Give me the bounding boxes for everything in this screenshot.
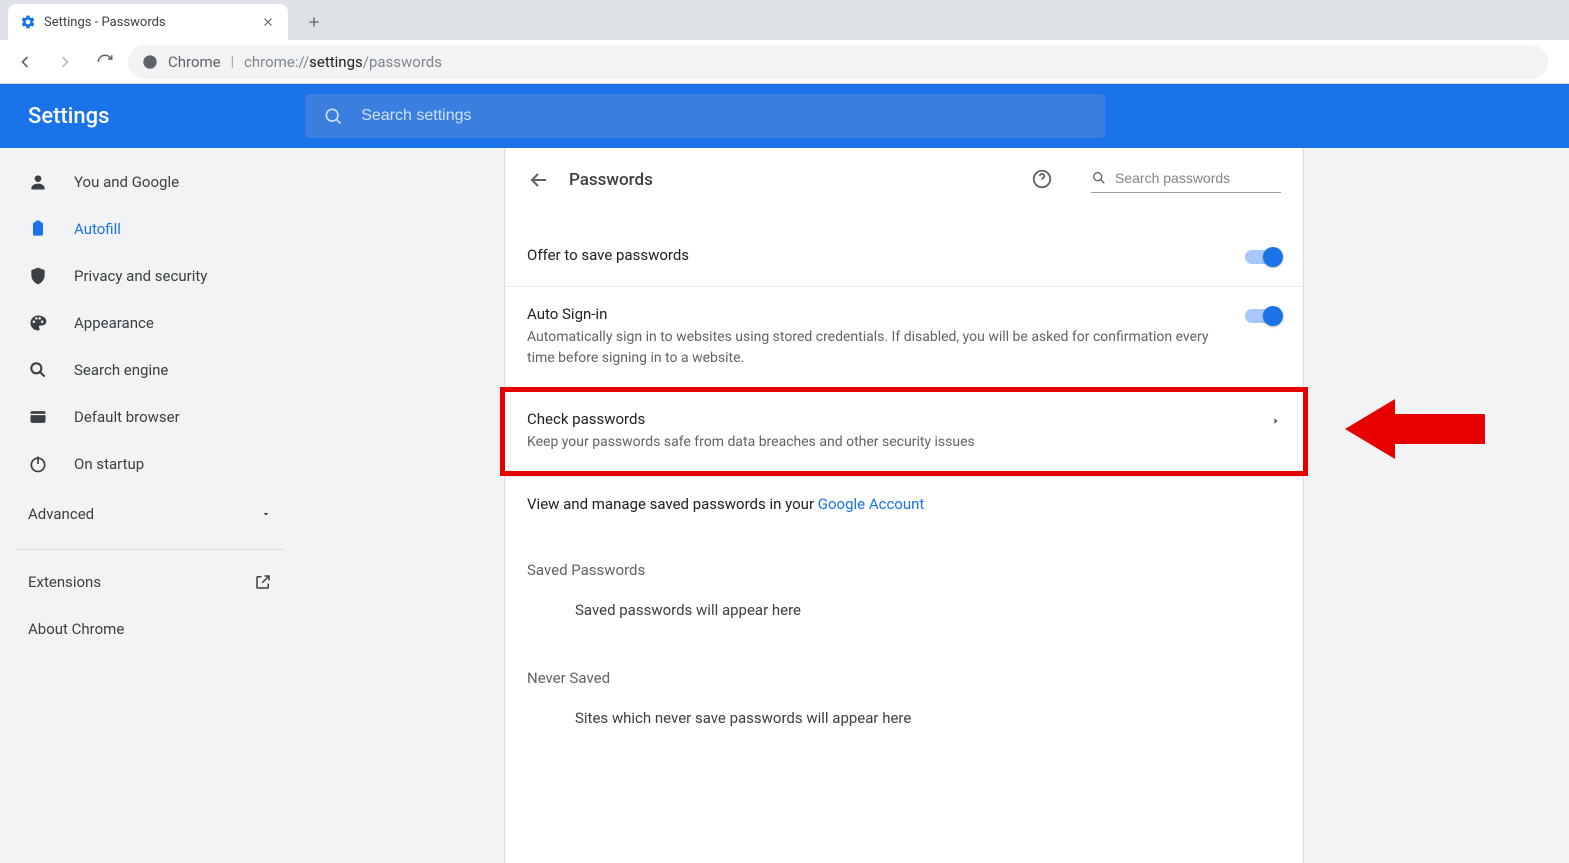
tab-title: Settings - Passwords xyxy=(44,15,252,30)
panel-search[interactable] xyxy=(1091,168,1281,193)
panel-title: Passwords xyxy=(569,170,653,190)
auto-signin-title: Auto Sign-in xyxy=(527,305,1229,323)
search-settings[interactable] xyxy=(305,94,1105,138)
sidebar-item-label: You and Google xyxy=(74,173,179,191)
sidebar-item-on-startup[interactable]: On startup xyxy=(0,440,300,487)
sidebar-advanced[interactable]: Advanced xyxy=(0,487,300,541)
panel-back-button[interactable] xyxy=(527,168,551,192)
settings-title: Settings xyxy=(28,104,109,129)
shield-icon xyxy=(28,266,48,286)
clipboard-icon xyxy=(28,219,48,239)
browser-tab[interactable]: Settings - Passwords xyxy=(8,4,288,40)
highlight-annotation: Check passwords Keep your passwords safe… xyxy=(500,387,1308,476)
sidebar-item-label: On startup xyxy=(74,455,144,473)
check-passwords-sub: Keep your passwords safe from data breac… xyxy=(527,432,1255,453)
sidebar-item-you-and-google[interactable]: You and Google xyxy=(0,158,300,205)
auto-signin-toggle[interactable] xyxy=(1245,309,1281,323)
extensions-label: Extensions xyxy=(28,573,101,591)
sidebar: You and Google Autofill Privacy and secu… xyxy=(0,148,300,863)
offer-save-title: Offer to save passwords xyxy=(527,246,1229,264)
main-area: Passwords Offer to save passwords Au xyxy=(300,148,1569,863)
toolbar: Chrome | chrome://settings/passwords xyxy=(0,40,1569,84)
sidebar-item-label: Default browser xyxy=(74,408,180,426)
google-account-link[interactable]: Google Account xyxy=(818,495,925,513)
settings-header: Settings xyxy=(0,84,1569,148)
sidebar-item-label: Search engine xyxy=(74,361,168,379)
row-view-manage: View and manage saved passwords in your … xyxy=(505,476,1303,535)
chevron-down-icon xyxy=(260,508,272,520)
row-auto-signin: Auto Sign-in Automatically sign in to we… xyxy=(505,286,1303,387)
page-body: You and Google Autofill Privacy and secu… xyxy=(0,148,1569,863)
close-icon[interactable] xyxy=(260,14,276,30)
sidebar-item-autofill[interactable]: Autofill xyxy=(0,205,300,252)
tabstrip: Settings - Passwords xyxy=(0,0,1569,40)
sidebar-item-label: Appearance xyxy=(74,314,154,332)
omnibox-separator: | xyxy=(231,54,234,70)
never-saved-empty: Sites which never save passwords will ap… xyxy=(505,697,1303,751)
site-info-icon[interactable] xyxy=(142,54,158,70)
omnibox-site-label: Chrome xyxy=(168,53,221,71)
open-in-new-icon xyxy=(254,573,272,591)
help-icon[interactable] xyxy=(1031,168,1055,192)
sidebar-item-label: Privacy and security xyxy=(74,267,207,285)
offer-save-toggle[interactable] xyxy=(1245,250,1281,264)
never-saved-section: Never Saved xyxy=(505,643,1303,697)
check-passwords-title: Check passwords xyxy=(527,410,1255,428)
sidebar-divider xyxy=(16,549,284,550)
forward-button[interactable] xyxy=(48,45,82,79)
chevron-right-icon xyxy=(1271,416,1281,426)
saved-passwords-section: Saved Passwords xyxy=(505,535,1303,589)
back-button[interactable] xyxy=(8,45,42,79)
panel-header: Passwords xyxy=(505,148,1303,212)
sidebar-extensions[interactable]: Extensions xyxy=(0,558,300,605)
power-icon xyxy=(28,454,48,474)
reload-button[interactable] xyxy=(88,45,122,79)
search-icon xyxy=(323,106,343,126)
main-panel: Passwords Offer to save passwords Au xyxy=(504,148,1304,863)
saved-passwords-empty: Saved passwords will appear here xyxy=(505,589,1303,643)
sidebar-item-label: Autofill xyxy=(74,220,121,238)
sidebar-item-privacy[interactable]: Privacy and security xyxy=(0,252,300,299)
sidebar-about[interactable]: About Chrome xyxy=(0,605,300,652)
panel-search-input[interactable] xyxy=(1115,170,1281,186)
browser-chrome: Settings - Passwords Chrome | chrome://s… xyxy=(0,0,1569,84)
about-label: About Chrome xyxy=(28,620,124,638)
sidebar-item-appearance[interactable]: Appearance xyxy=(0,299,300,346)
search-icon xyxy=(1091,170,1107,186)
advanced-label: Advanced xyxy=(28,505,94,523)
browser-icon xyxy=(28,407,48,427)
row-offer-save: Offer to save passwords xyxy=(505,228,1303,286)
sidebar-item-default-browser[interactable]: Default browser xyxy=(0,393,300,440)
gear-icon xyxy=(20,14,36,30)
person-icon xyxy=(28,172,48,192)
row-check-passwords[interactable]: Check passwords Keep your passwords safe… xyxy=(505,392,1303,471)
omnibox-url: chrome://settings/passwords xyxy=(244,53,442,71)
auto-signin-sub: Automatically sign in to websites using … xyxy=(527,327,1229,369)
palette-icon xyxy=(28,313,48,333)
search-icon xyxy=(28,360,48,380)
view-manage-text: View and manage saved passwords in your … xyxy=(527,495,1281,513)
omnibox[interactable]: Chrome | chrome://settings/passwords xyxy=(128,45,1548,79)
search-settings-input[interactable] xyxy=(361,107,1087,125)
new-tab-button[interactable] xyxy=(300,8,328,36)
sidebar-item-search-engine[interactable]: Search engine xyxy=(0,346,300,393)
